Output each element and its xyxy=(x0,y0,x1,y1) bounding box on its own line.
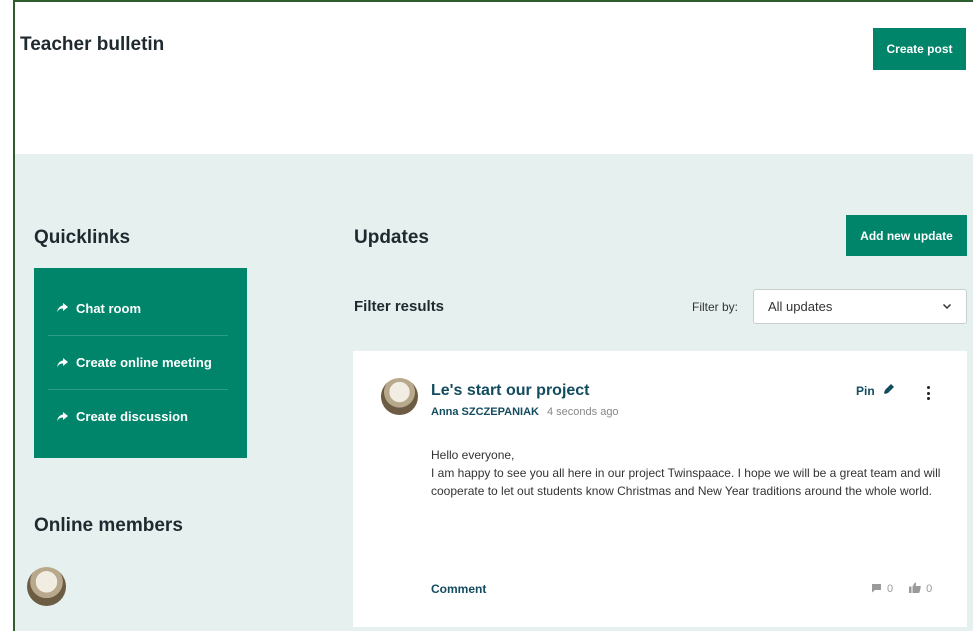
likes-counter[interactable]: 0 xyxy=(909,582,932,596)
filter-by-label: Filter by: xyxy=(692,300,739,314)
filter-results-heading: Filter results xyxy=(354,298,445,315)
filter-select[interactable]: All updates xyxy=(753,289,967,324)
post-author[interactable]: Anna SZCZEPANIAK xyxy=(431,406,539,418)
quicklink-label: Create discussion xyxy=(76,409,188,424)
post-timestamp: 4 seconds ago xyxy=(547,406,619,418)
post-body-line: Hello everyone, xyxy=(431,448,515,462)
pin-button[interactable]: Pin xyxy=(856,383,895,398)
online-members-title: Online members xyxy=(34,515,183,536)
bulletin-header xyxy=(15,2,973,154)
quicklinks-panel: Chat room Create online meeting Create d… xyxy=(34,268,247,458)
update-post-card: Le's start our project Anna SZCZEPANIAK … xyxy=(353,351,967,627)
page-title: Teacher bulletin xyxy=(20,34,165,55)
share-arrow-icon xyxy=(48,303,76,313)
pin-label: Pin xyxy=(856,383,875,398)
add-new-update-button[interactable]: Add new update xyxy=(846,215,967,256)
quicklink-create-discussion[interactable]: Create discussion xyxy=(48,389,228,443)
comments-counter[interactable]: 0 xyxy=(871,583,893,596)
thumbs-up-icon xyxy=(909,582,921,596)
quicklink-create-online-meeting[interactable]: Create online meeting xyxy=(48,335,228,389)
comments-count: 0 xyxy=(887,583,894,595)
post-stats: 0 0 xyxy=(871,582,932,596)
post-title[interactable]: Le's start our project xyxy=(431,382,590,400)
quicklink-chat-room[interactable]: Chat room xyxy=(48,281,228,335)
chevron-down-icon xyxy=(942,299,952,314)
post-body: Hello everyone, I am happy to see you al… xyxy=(431,446,951,500)
online-member-avatar[interactable] xyxy=(27,567,66,606)
likes-count: 0 xyxy=(926,583,933,595)
quicklink-label: Chat room xyxy=(76,300,141,316)
pin-icon xyxy=(883,383,895,398)
post-body-line: I am happy to see you all here in our pr… xyxy=(431,466,941,498)
comment-bubble-icon xyxy=(871,583,882,596)
share-arrow-icon xyxy=(48,357,76,368)
filter-select-value: All updates xyxy=(768,299,833,314)
create-post-button[interactable]: Create post xyxy=(873,28,966,70)
quicklink-label: Create online meeting xyxy=(76,355,212,370)
updates-title: Updates xyxy=(354,227,429,248)
more-options-icon[interactable] xyxy=(921,384,935,402)
quicklinks-title: Quicklinks xyxy=(34,227,131,248)
comment-link[interactable]: Comment xyxy=(431,582,486,596)
share-arrow-icon xyxy=(48,411,76,422)
author-avatar[interactable] xyxy=(381,378,418,415)
